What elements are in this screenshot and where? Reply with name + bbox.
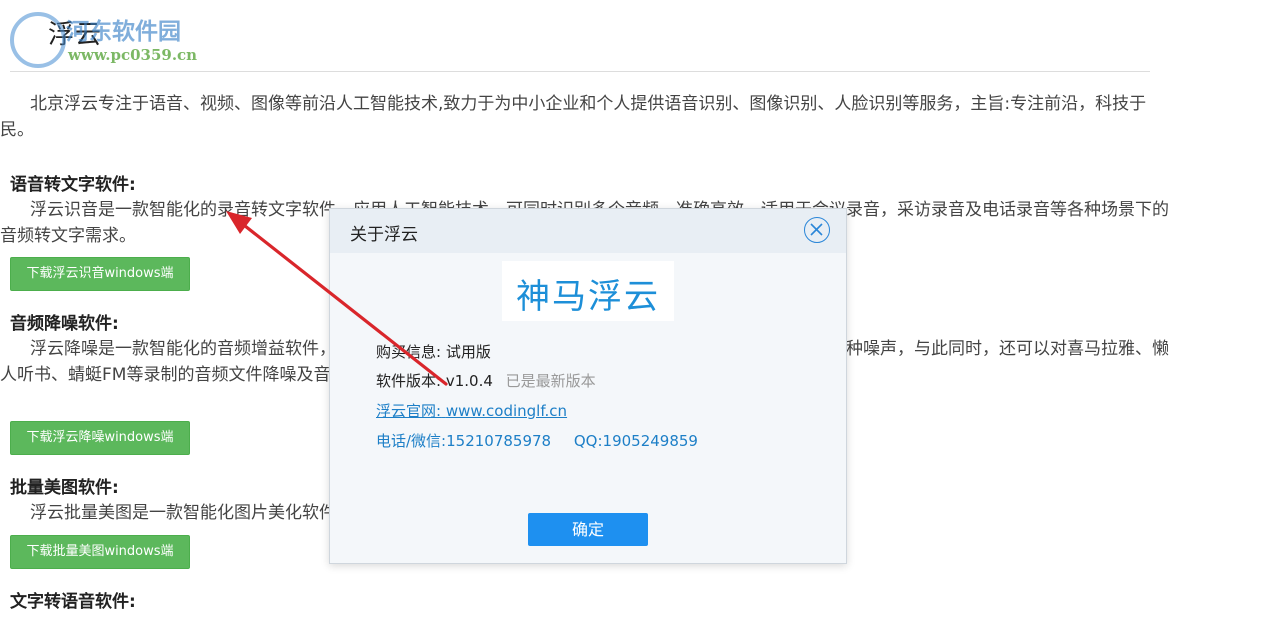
- version-value: v1.0.4: [445, 372, 493, 390]
- version-info-row: 软件版本: v1.0.4 已是最新版本: [376, 370, 596, 391]
- phone-wechat: 电话/微信:15210785978: [376, 432, 552, 450]
- section-heading-text-to-speech: 文字转语音软件:: [10, 592, 136, 612]
- download-shiyin-button[interactable]: 下载浮云识音windows端: [10, 257, 190, 291]
- download-beautify-button[interactable]: 下载批量美图windows端: [10, 535, 190, 569]
- version-status: 已是最新版本: [505, 372, 596, 390]
- dialog-title: 关于浮云: [350, 225, 418, 245]
- section-heading-speech-to-text: 语音转文字软件:: [10, 175, 136, 195]
- purchase-info-row: 购买信息: 试用版: [376, 341, 491, 362]
- dialog-header: 关于浮云: [330, 209, 846, 253]
- close-button[interactable]: [804, 217, 830, 243]
- intro-paragraph: 北京浮云专注于语音、视频、图像等前沿人工智能技术,致力于为中小企业和个人提供语音…: [0, 94, 1147, 140]
- watermark-emblem-icon: [10, 12, 66, 68]
- contact-info-row: 电话/微信:15210785978 QQ:1905249859: [376, 430, 698, 451]
- watermark-text: 河东软件园: [66, 18, 181, 45]
- version-label: 软件版本:: [376, 372, 442, 390]
- ok-button[interactable]: 确定: [528, 513, 648, 546]
- title-divider: [10, 71, 1150, 72]
- official-site-link[interactable]: 浮云官网: www.codinglf.cn: [376, 400, 567, 421]
- watermark-logo: 河东软件园 www.pc0359.cn: [6, 8, 216, 68]
- logo-text: 神马浮云: [516, 277, 660, 317]
- purchase-label: 购买信息:: [376, 343, 442, 361]
- site-value: www.codinglf.cn: [445, 402, 568, 420]
- download-denoise-button[interactable]: 下载浮云降噪windows端: [10, 421, 190, 455]
- product-logo: 神马浮云: [502, 261, 674, 321]
- qq-number: QQ:1905249859: [573, 432, 698, 450]
- site-label: 浮云官网:: [376, 402, 442, 420]
- watermark-url: www.pc0359.cn: [68, 46, 198, 64]
- section-heading-batch-beautify: 批量美图软件:: [10, 478, 119, 498]
- about-dialog: 关于浮云 神马浮云 购买信息: 试用版 软件版本: v1.0.4 已是最新版本 …: [329, 208, 847, 564]
- section-heading-noise-reduction: 音频降噪软件:: [10, 314, 119, 334]
- close-icon: [810, 223, 823, 236]
- purchase-value: 试用版: [445, 343, 491, 361]
